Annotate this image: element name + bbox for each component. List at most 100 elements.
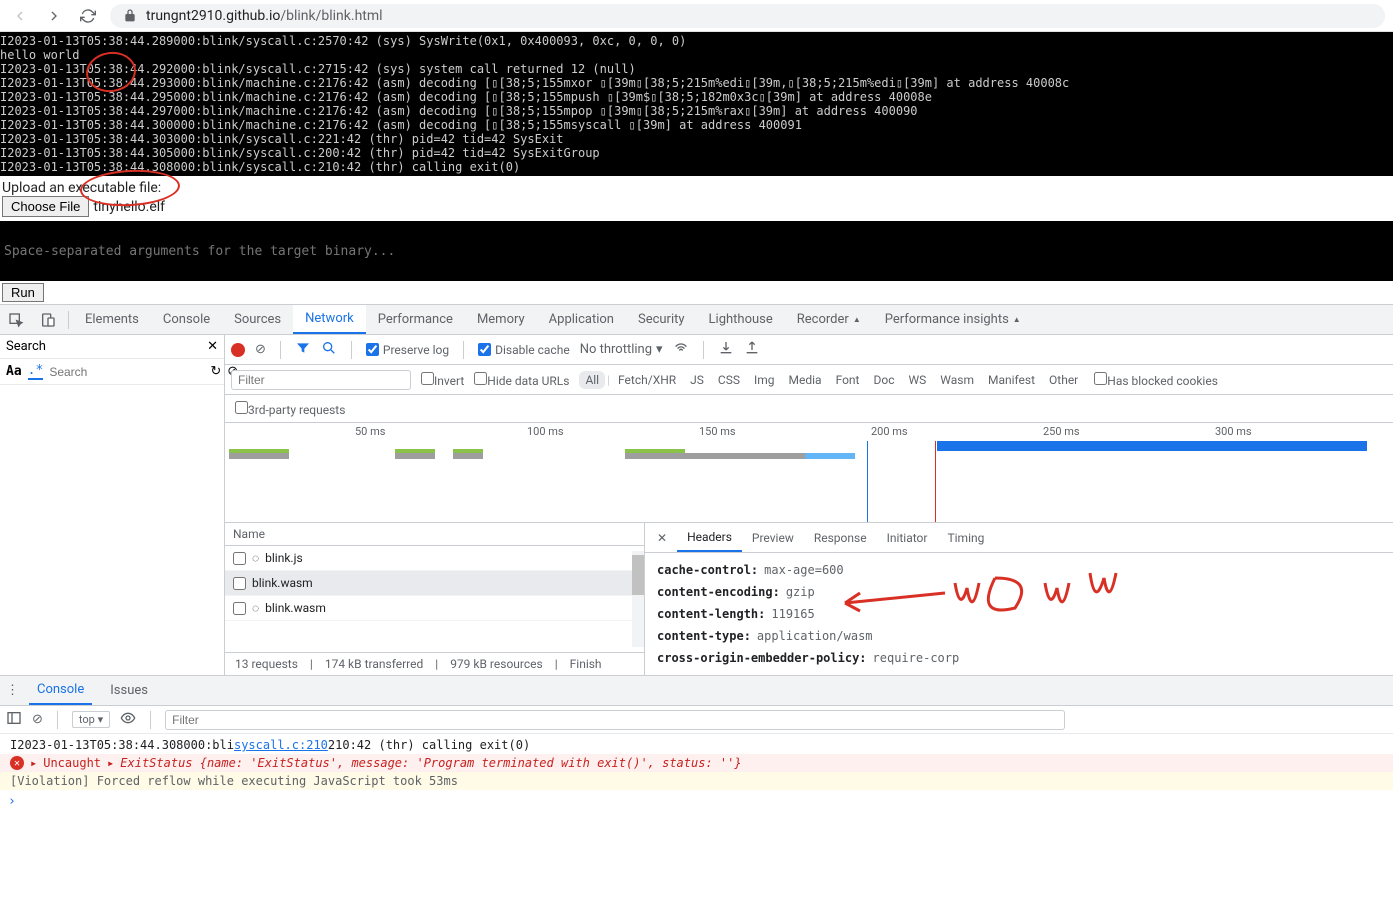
clear-network-icon[interactable]: ⊘ (255, 342, 266, 357)
throttling-select[interactable]: No throttling ▾ (580, 342, 663, 357)
type-filter-media[interactable]: Media (783, 371, 828, 389)
headers-tab-preview[interactable]: Preview (742, 523, 804, 552)
filter-input[interactable] (231, 370, 411, 390)
import-har-icon[interactable] (718, 340, 734, 360)
headers-tab-response[interactable]: Response (804, 523, 877, 552)
response-header-row: content-type:application/wasm (657, 625, 1381, 647)
third-party-checkbox[interactable]: 3rd-party requests (235, 401, 345, 417)
hide-data-urls-checkbox[interactable]: Hide data URLs (474, 372, 569, 388)
loading-icon: ◌ (252, 551, 259, 565)
type-filter-css[interactable]: CSS (712, 371, 746, 389)
type-filter-wasm[interactable]: Wasm (934, 371, 980, 389)
header-value: application/wasm (757, 629, 873, 643)
live-expression-icon[interactable] (120, 710, 136, 730)
request-row[interactable]: ◌blink.wasm (225, 596, 644, 621)
type-filter-other[interactable]: Other (1043, 371, 1084, 389)
devtools-tab-security[interactable]: Security (626, 305, 697, 334)
preserve-log-checkbox[interactable]: Preserve log (366, 343, 449, 357)
source-link[interactable]: syscall.c:210 (234, 738, 328, 752)
drawer-menu-icon[interactable]: ⋮ (6, 683, 19, 698)
search-network-icon[interactable] (321, 340, 337, 360)
close-search-icon[interactable]: ✕ (207, 339, 218, 354)
refresh-search-icon[interactable]: ↻ (210, 364, 221, 379)
name-column-header[interactable]: Name (225, 523, 644, 546)
type-filter-ws[interactable]: WS (902, 371, 932, 389)
filter-bar: Invert Hide data URLs All|Fetch/XHRJSCSS… (225, 365, 1393, 395)
type-filter-manifest[interactable]: Manifest (982, 371, 1041, 389)
header-value: require-corp (873, 651, 960, 665)
headers-tab-timing[interactable]: Timing (937, 523, 994, 552)
request-scrollbar[interactable] (632, 551, 644, 647)
waterfall-tick: 300 ms (1215, 425, 1252, 438)
blocked-cookies-checkbox[interactable]: Has blocked cookies (1094, 372, 1218, 388)
devtools-tab-console[interactable]: Console (151, 305, 222, 334)
terminal-output: I2023-01-13T05:38:44.289000:blink/syscal… (0, 32, 1393, 176)
waterfall-marker (867, 441, 868, 522)
args-input[interactable] (0, 221, 1393, 281)
devtools-tab-network[interactable]: Network (293, 305, 366, 334)
request-checkbox[interactable] (233, 552, 246, 565)
back-button[interactable] (8, 4, 32, 28)
console-drawer: ⋮ Console Issues ⊘ top ▾ I2023-01-13T05:… (0, 675, 1393, 811)
headers-tab-initiator[interactable]: Initiator (877, 523, 938, 552)
waterfall-marker (935, 441, 936, 522)
clear-console-icon[interactable]: ⊘ (32, 712, 43, 727)
devtools-tabs: ElementsConsoleSourcesNetworkPerformance… (0, 305, 1393, 335)
request-row[interactable]: ◌ blink.js (225, 546, 644, 571)
type-filter-all[interactable]: All (579, 371, 605, 389)
request-table: Name ◌blink.jsblink.wasm◌blink.wasm 13 r… (225, 523, 645, 675)
upload-label: Upload an executable file: (2, 180, 1391, 196)
type-filter-img[interactable]: Img (748, 371, 781, 389)
filter-toggle-icon[interactable] (295, 340, 311, 360)
devtools-tab-performance-insights[interactable]: Performance insights▲ (873, 305, 1033, 334)
search-sidebar: Search ✕ Aa .* ↻ ⊘ (0, 335, 225, 675)
match-case-toggle[interactable]: Aa (6, 364, 22, 379)
search-input[interactable] (49, 365, 204, 379)
devtools-tab-elements[interactable]: Elements (73, 305, 151, 334)
export-har-icon[interactable] (744, 340, 760, 360)
response-header-row: content-encoding:gzip (657, 581, 1381, 603)
header-name: content-encoding: (657, 585, 780, 599)
console-prompt[interactable]: › (0, 792, 1393, 811)
run-button[interactable]: Run (2, 283, 44, 302)
waterfall-overview[interactable]: 50 ms100 ms150 ms200 ms250 ms300 ms (225, 423, 1393, 523)
drawer-tab-console[interactable]: Console (29, 676, 92, 705)
invert-checkbox[interactable]: Invert (421, 372, 464, 388)
forward-button[interactable] (42, 4, 66, 28)
console-sidebar-toggle-icon[interactable] (6, 710, 22, 730)
devtools-tab-sources[interactable]: Sources (222, 305, 293, 334)
response-header-row: cross-origin-embedder-policy: require-cor… (657, 647, 1381, 669)
context-selector[interactable]: top ▾ (72, 711, 110, 728)
disable-cache-checkbox[interactable]: Disable cache (478, 343, 570, 357)
choose-file-button[interactable]: Choose File (2, 196, 89, 217)
response-header-row: content-length:119165 (657, 603, 1381, 625)
record-button[interactable] (231, 343, 245, 357)
inspect-element-icon[interactable] (0, 312, 32, 328)
drawer-tab-issues[interactable]: Issues (102, 676, 156, 705)
request-row[interactable]: blink.wasm (225, 571, 644, 596)
console-warning-line: [Violation] Forced reflow while executin… (0, 772, 1393, 790)
request-checkbox[interactable] (233, 602, 246, 615)
type-filter-font[interactable]: Font (830, 371, 866, 389)
header-name: cross-origin-embedder-policy: (657, 651, 867, 665)
devtools-tab-performance[interactable]: Performance (366, 305, 465, 334)
close-details-icon[interactable]: ✕ (651, 531, 673, 545)
regex-toggle[interactable]: .* (28, 363, 44, 380)
request-name: blink.js (265, 551, 303, 565)
console-filter-input[interactable] (165, 710, 1065, 730)
network-conditions-icon[interactable] (673, 340, 689, 360)
type-filter-js[interactable]: JS (684, 371, 710, 389)
header-name: content-length: (657, 607, 765, 621)
devtools-tab-memory[interactable]: Memory (465, 305, 537, 334)
reload-button[interactable] (76, 4, 100, 28)
device-toggle-icon[interactable] (32, 312, 64, 328)
flask-icon: ▲ (1013, 315, 1021, 324)
devtools-tab-recorder[interactable]: Recorder▲ (785, 305, 873, 334)
headers-tab-headers[interactable]: Headers (677, 523, 742, 552)
devtools-tab-lighthouse[interactable]: Lighthouse (697, 305, 785, 334)
request-checkbox[interactable] (233, 577, 246, 590)
type-filter-fetch-xhr[interactable]: Fetch/XHR (612, 371, 682, 389)
address-bar[interactable]: trungnt2910.github.io/blink/blink.html (110, 4, 1385, 28)
type-filter-doc[interactable]: Doc (867, 371, 900, 389)
devtools-tab-application[interactable]: Application (537, 305, 626, 334)
